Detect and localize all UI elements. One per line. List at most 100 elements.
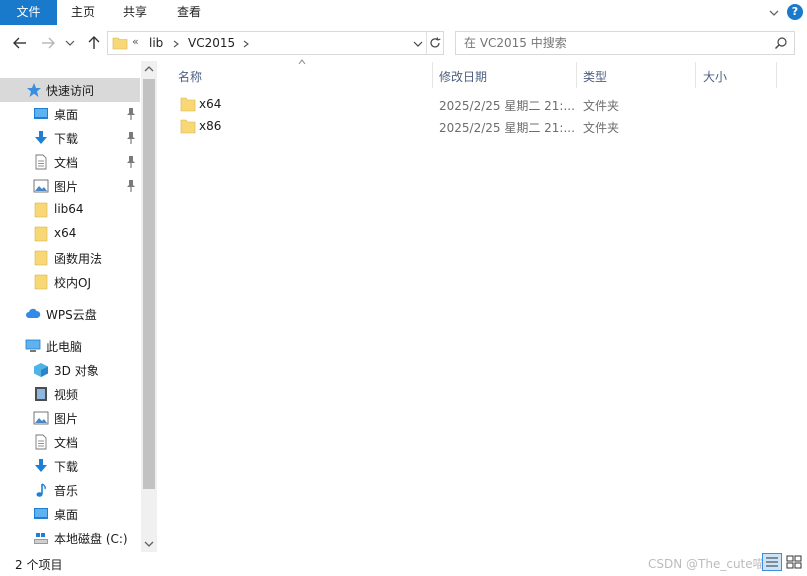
tab-file[interactable]: 文件 (0, 0, 57, 25)
chevron-right-icon[interactable] (172, 40, 180, 48)
divider (426, 32, 427, 54)
nav-label: 此电脑 (46, 340, 83, 354)
nav-item-x64[interactable]: x64 (0, 222, 140, 246)
file-row-x64[interactable]: x64 2025/2/25 星期二 21:... 文件夹 (172, 94, 632, 116)
large-icons-view-icon[interactable] (784, 553, 804, 571)
breadcrumb-vc2015[interactable]: VC2015 (188, 36, 235, 50)
nav-wps-cloud[interactable]: WPS云盘 (0, 302, 140, 326)
search-box[interactable] (455, 31, 795, 55)
nav-item-music[interactable]: 音乐 (0, 478, 140, 502)
column-label: 名称 (178, 70, 203, 84)
pin-icon[interactable] (125, 155, 137, 169)
nav-label: x64 (54, 226, 77, 240)
nav-scrollbar[interactable] (141, 61, 157, 552)
video-icon (35, 387, 47, 401)
nav-label: 下载 (54, 460, 79, 474)
nav-label: 桌面 (54, 508, 79, 522)
column-header-size[interactable]: 大小 (696, 61, 776, 89)
picture-icon (33, 179, 49, 193)
folder-icon (34, 250, 48, 266)
forward-arrow-icon[interactable] (38, 33, 58, 53)
refresh-icon[interactable] (428, 36, 442, 50)
nav-item-function-usage[interactable]: 函数用法 (0, 246, 140, 270)
chevron-right-icon[interactable] (242, 40, 250, 48)
navigation-pane: 快速访问 桌面 下载 文档 图片 lib64 x64 函数用法 校内OJ WPS… (0, 61, 157, 552)
nav-label: 本地磁盘 (C:) (54, 532, 128, 546)
file-type: 文件夹 (583, 121, 620, 135)
nav-label: 音乐 (54, 484, 79, 498)
recent-locations-icon[interactable] (64, 33, 76, 53)
nav-item-documents-pc[interactable]: 文档 (0, 430, 140, 454)
search-input[interactable] (464, 36, 764, 50)
scroll-thumb[interactable] (143, 79, 155, 489)
folder-icon (34, 274, 48, 290)
nav-item-documents[interactable]: 文档 (0, 150, 140, 174)
nav-label: WPS云盘 (46, 308, 97, 322)
address-dropdown-icon[interactable] (412, 38, 424, 50)
tab-home[interactable]: 主页 (57, 0, 109, 25)
details-view-icon[interactable] (762, 553, 782, 571)
picture-icon (33, 411, 49, 425)
nav-label: 图片 (54, 180, 79, 194)
scroll-down-icon[interactable] (141, 536, 157, 552)
nav-quick-access[interactable]: 快速访问 (0, 78, 140, 102)
search-icon[interactable] (774, 36, 788, 50)
column-header-date[interactable]: 修改日期 (433, 61, 576, 89)
file-row-x86[interactable]: x86 2025/2/25 星期二 21:... 文件夹 (172, 116, 632, 138)
ribbon-tabs: 文件 主页 共享 查看 ? (0, 0, 807, 25)
nav-item-downloads-pc[interactable]: 下载 (0, 454, 140, 478)
nav-label: 3D 对象 (54, 364, 99, 378)
nav-label: lib64 (54, 202, 84, 216)
folder-icon (34, 226, 48, 242)
document-icon (35, 434, 47, 450)
nav-item-pictures[interactable]: 图片 (0, 174, 140, 198)
breadcrumb-overflow[interactable]: « (132, 35, 139, 48)
nav-label: 文档 (54, 156, 79, 170)
nav-item-school-oj[interactable]: 校内OJ (0, 270, 140, 294)
scroll-up-icon[interactable] (141, 61, 157, 77)
cloud-icon (26, 308, 41, 318)
nav-item-desktop-pc[interactable]: 桌面 (0, 502, 140, 526)
up-arrow-icon[interactable] (84, 33, 104, 53)
drive-icon (34, 533, 48, 544)
pin-icon[interactable] (125, 179, 137, 193)
nav-label: 图片 (54, 412, 79, 426)
tab-share[interactable]: 共享 (109, 0, 161, 25)
folder-icon (180, 119, 196, 134)
nav-item-downloads[interactable]: 下载 (0, 126, 140, 150)
nav-item-local-disk-c[interactable]: 本地磁盘 (C:) (0, 526, 140, 550)
nav-label: 视频 (54, 388, 79, 402)
column-header-type[interactable]: 类型 (577, 61, 695, 89)
column-divider[interactable] (776, 62, 777, 88)
nav-item-lib64[interactable]: lib64 (0, 198, 140, 222)
download-icon (35, 131, 47, 144)
back-arrow-icon[interactable] (10, 33, 30, 53)
nav-label: 校内OJ (54, 276, 91, 290)
address-bar[interactable]: « lib VC2015 (107, 31, 444, 55)
watermark: CSDN @The_cute喵喵 (648, 557, 777, 571)
column-label: 大小 (703, 70, 728, 84)
nav-label: 文档 (54, 436, 79, 450)
pin-icon[interactable] (125, 131, 137, 145)
nav-label: 下载 (54, 132, 79, 146)
folder-icon (180, 97, 196, 112)
pin-icon[interactable] (125, 107, 137, 121)
nav-item-desktop[interactable]: 桌面 (0, 102, 140, 126)
tab-view[interactable]: 查看 (161, 0, 217, 25)
nav-this-pc[interactable]: 此电脑 (0, 334, 140, 358)
download-icon (35, 459, 47, 472)
nav-item-3d-objects[interactable]: 3D 对象 (0, 358, 140, 382)
address-toolbar: « lib VC2015 (0, 25, 807, 61)
computer-icon (25, 339, 41, 352)
file-name: x64 (199, 97, 222, 111)
breadcrumb-lib[interactable]: lib (149, 36, 163, 50)
nav-label: 函数用法 (54, 252, 103, 266)
nav-item-videos[interactable]: 视频 (0, 382, 140, 406)
help-icon[interactable]: ? (787, 4, 803, 20)
nav-item-pictures-pc[interactable]: 图片 (0, 406, 140, 430)
desktop-icon (34, 108, 48, 119)
column-header-name[interactable]: 名称 (172, 61, 432, 89)
nav-label: 桌面 (54, 108, 79, 122)
expand-ribbon-icon[interactable] (767, 6, 781, 20)
column-label: 修改日期 (439, 70, 488, 84)
